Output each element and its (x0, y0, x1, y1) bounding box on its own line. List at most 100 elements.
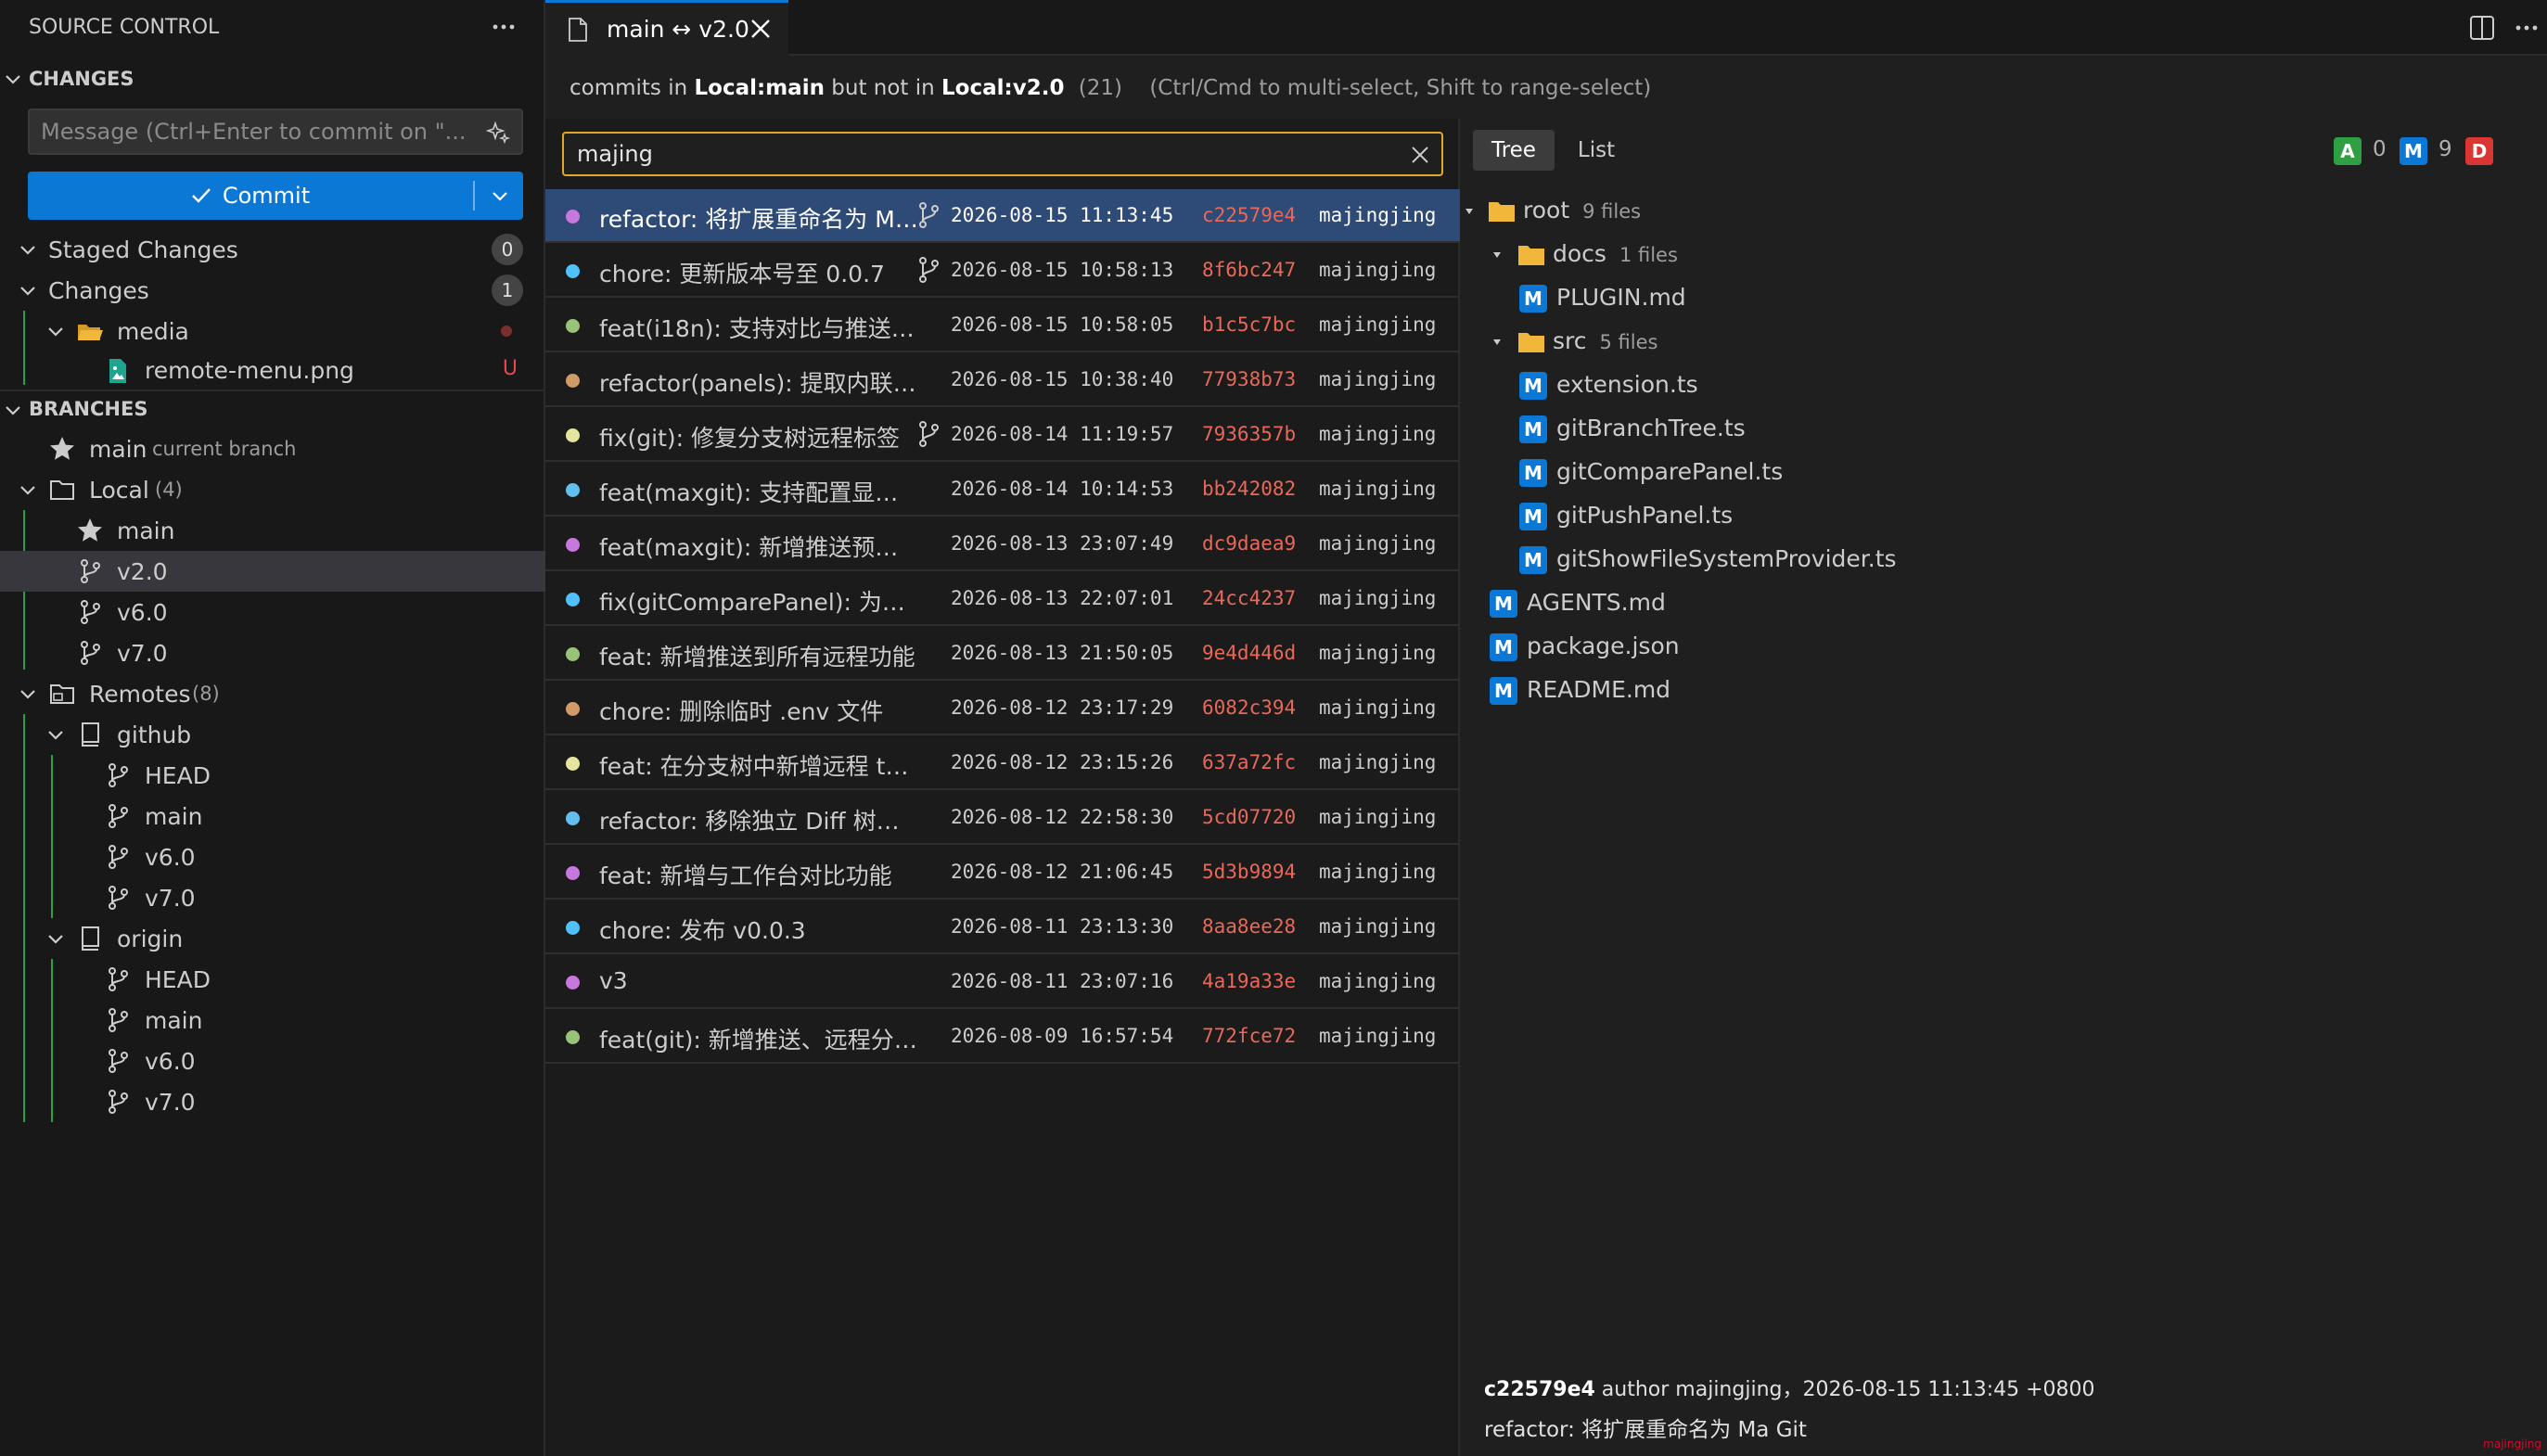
folder-icon (1518, 246, 1544, 265)
remote-branch-item[interactable]: HEAD (0, 755, 545, 796)
docs-count: 1 files (1619, 244, 1678, 266)
tab-label: main ↔ v2.0 (607, 16, 749, 43)
commit-date: 2026-08-13 23:07:49 (951, 532, 1174, 555)
commit-author: majingjing (1319, 751, 1437, 773)
commit-message: feat: 新增与工作台对比功能 (599, 862, 892, 889)
commit-message-input[interactable] (41, 110, 467, 153)
commit-hash: 77938b73 (1202, 368, 1297, 390)
local-branch-v2[interactable]: v2.0 (0, 551, 545, 592)
commit-hash: 8f6bc247 (1202, 259, 1297, 281)
commit-hash: 24cc4237 (1202, 587, 1297, 609)
commit-date: 2026-08-14 11:19:57 (951, 423, 1174, 445)
clear-icon[interactable] (1408, 143, 1432, 167)
current-branch-item[interactable]: main current branch (0, 428, 545, 469)
file-name: gitBranchTree.ts (1556, 415, 1746, 441)
commit-row[interactable]: feat(maxgit): 新增推送预览面板 2026-08-13 23:07:4… (545, 517, 1460, 571)
remotes-label: Remotes (89, 680, 191, 708)
remote-branch-item[interactable]: main (0, 796, 545, 837)
more-actions-icon[interactable] (2512, 13, 2541, 43)
commit-row[interactable]: feat(git): 新增推送、远程分支管理 2026-08-09 16:57:5… (545, 1010, 1460, 1064)
commit-row[interactable]: refactor: 将扩展重命名为 Ma Git 2026-08-15 11:13… (545, 189, 1460, 243)
commit-row[interactable]: v3 2026-08-11 23:07:16 4a19a33e majingjing (545, 955, 1460, 1009)
commit-row[interactable]: feat(i18n): 支持对比与推送面板 2026-08-15 10:58:05… (545, 299, 1460, 352)
commit-row[interactable]: feat: 新增与工作台对比功能 2026-08-12 21:06:45 5d3b9… (545, 846, 1460, 900)
folder-icon (1518, 333, 1544, 352)
sparkle-icon[interactable] (486, 120, 512, 146)
commit-row[interactable]: feat: 在分支树中新增远程 tag 节点 2026-08-12 23:15:2… (545, 736, 1460, 790)
commit-hash: 4a19a33e (1202, 970, 1297, 992)
folder-open-icon (78, 325, 103, 340)
remote-branch-item[interactable]: v7.0 (0, 877, 545, 918)
commit-row[interactable]: feat(maxgit): 支持配置显示标签 2026-08-14 10:14:5… (545, 463, 1460, 517)
remote-branch-item[interactable]: v6.0 (0, 837, 545, 877)
commit-filter[interactable] (562, 132, 1443, 176)
remote-folder-icon (50, 684, 74, 704)
commit-date: 2026-08-15 10:38:40 (951, 368, 1174, 390)
file-name: README.md (1527, 676, 1671, 703)
commit-row[interactable]: fix(git): 修复分支树远程标签 2026-08-14 11:19:57 79… (545, 408, 1460, 462)
commit-date: 2026-08-11 23:07:16 (951, 970, 1174, 992)
commit-graph-dot (566, 976, 580, 990)
commit-row[interactable]: chore: 更新版本号至 0.0.7 2026-08-15 10:58:13 8f… (545, 244, 1460, 298)
file-icon (569, 18, 587, 42)
remote-origin[interactable]: origin (0, 918, 545, 959)
local-branch-v7[interactable]: v7.0 (0, 632, 545, 673)
commit-button-divider (473, 181, 475, 211)
git-branch-icon (109, 967, 128, 991)
git-branch-icon (915, 419, 942, 449)
view-tree-button[interactable]: Tree (1473, 130, 1555, 171)
commit-button[interactable]: Commit (28, 172, 471, 220)
commit-hash: 8aa8ee28 (1202, 915, 1297, 938)
commit-date: 2026-08-14 10:14:53 (951, 478, 1174, 500)
changes-section-header[interactable]: CHANGES (0, 60, 545, 97)
split-editor-icon[interactable] (2467, 13, 2497, 43)
changes-group[interactable]: Changes 1 (0, 270, 545, 311)
commit-filter-input[interactable] (577, 134, 1393, 174)
chevron-down-icon (48, 731, 63, 740)
git-branch-icon (81, 600, 100, 624)
git-branch-icon (109, 804, 128, 828)
commit-message: feat: 新增推送到所有远程功能 (599, 644, 915, 671)
view-list-button[interactable]: List (1566, 130, 1627, 171)
commit-row[interactable]: refactor(panels): 提取内联样式 2026-08-15 10:38… (545, 353, 1460, 407)
tab-compare[interactable]: main ↔ v2.0 (545, 0, 788, 56)
tree-item-file[interactable]: remote-menu.png U (0, 351, 545, 389)
commit-message-box[interactable] (28, 109, 523, 155)
commit-row[interactable]: chore: 删除临时 .env 文件 2026-08-12 23:17:29 60… (545, 682, 1460, 735)
tree-item-media-folder[interactable]: media (0, 311, 545, 351)
remote-branch-item[interactable]: v6.0 (0, 1041, 545, 1081)
commit-author: majingjing (1319, 970, 1437, 992)
git-branch-icon (109, 1090, 128, 1114)
root-label: root (1523, 197, 1570, 224)
commit-button-label: Commit (222, 183, 311, 209)
more-actions-icon[interactable] (490, 13, 518, 41)
remote-branch-item[interactable]: v7.0 (0, 1081, 545, 1122)
local-branch-main[interactable]: main (0, 510, 545, 551)
commit-author: majingjing (1319, 478, 1437, 500)
commit-row[interactable]: chore: 发布 v0.0.3 2026-08-11 23:13:30 8aa8e… (545, 900, 1460, 954)
local-branch-v6[interactable]: v6.0 (0, 592, 545, 632)
src-label: src (1553, 327, 1587, 354)
folder-status-dot (501, 326, 512, 337)
remote-branch-item[interactable]: main (0, 1000, 545, 1041)
modified-icon: M (1519, 285, 1547, 313)
modified-icon: M (1519, 503, 1547, 530)
remote-branch-item[interactable]: HEAD (0, 959, 545, 1000)
staged-count-badge: 0 (492, 234, 523, 265)
commit-message: chore: 删除临时 .env 文件 (599, 698, 884, 725)
commit-message: v3 (599, 967, 628, 994)
close-icon[interactable] (748, 16, 774, 42)
commit-dropdown-button[interactable] (477, 172, 523, 220)
commit-row[interactable]: refactor: 移除独立 Diff 树视图 2026-08-12 22:58:… (545, 791, 1460, 845)
commit-date: 2026-08-15 11:13:45 (951, 204, 1174, 226)
modified-icon: M (1519, 415, 1547, 443)
commit-row[interactable]: fix(gitComparePanel): 为引用添加 2026-08-13 22… (545, 572, 1460, 626)
branches-section-header[interactable]: BRANCHES (0, 390, 545, 427)
commit-row[interactable]: feat: 新增推送到所有远程功能 2026-08-13 21:50:05 9e4d… (545, 627, 1460, 681)
root-count: 9 files (1582, 200, 1642, 223)
local-branches-group[interactable]: Local (4) (0, 469, 545, 510)
staged-changes-group[interactable]: Staged Changes 0 (0, 229, 545, 270)
commit-date: 2026-08-12 22:58:30 (951, 806, 1174, 828)
remotes-group[interactable]: Remotes (8) (0, 673, 545, 714)
remote-github[interactable]: github (0, 714, 545, 755)
